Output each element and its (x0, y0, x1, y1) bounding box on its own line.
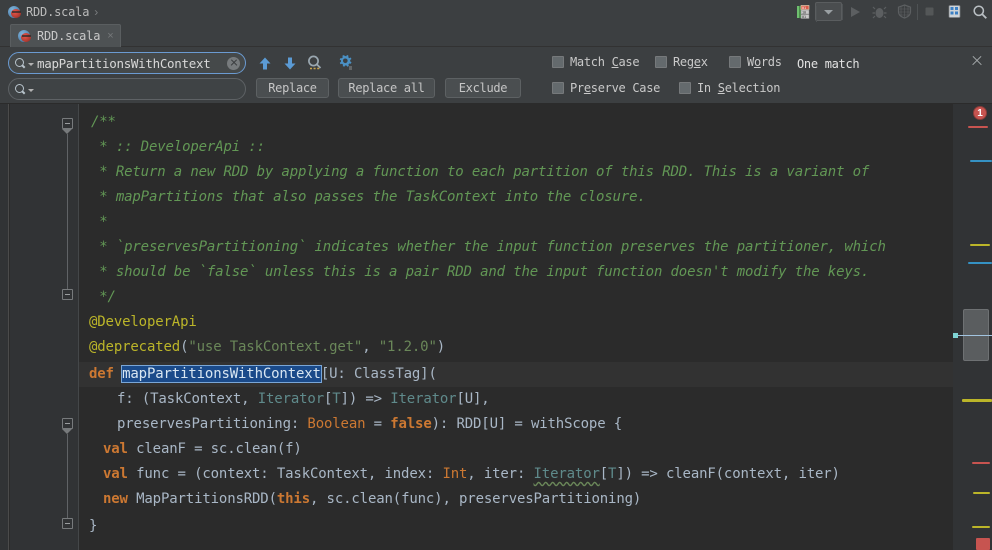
replace-button[interactable]: Replace (256, 78, 329, 98)
fold-region-line-comment (67, 134, 68, 294)
fold-region-line-method (67, 434, 68, 521)
breadcrumb-separator-icon: › (94, 4, 99, 19)
search-everywhere-icon[interactable] (967, 1, 992, 23)
stop-icon[interactable] (917, 1, 942, 23)
run-icon[interactable] (842, 1, 867, 23)
code-line-11: def mapPartitionsWithContext[U: ClassTag… (89, 365, 437, 383)
marker-warning[interactable] (972, 526, 990, 528)
breadcrumb[interactable]: RDD.scala › (0, 2, 100, 22)
replace-history-dropdown-icon[interactable] (28, 89, 34, 92)
replace-field-container[interactable] (8, 78, 246, 100)
marker-info[interactable] (968, 262, 992, 264)
debug-icon[interactable] (867, 1, 892, 23)
fold-marker-comment-end[interactable] (62, 289, 73, 300)
caret-position-marker (953, 333, 958, 338)
scala-class-icon (18, 29, 32, 43)
vcs-update-icon[interactable]: 01 10 01 (790, 1, 815, 23)
words-label: Words (747, 55, 782, 69)
code-line-17: } (89, 518, 98, 534)
marker-error[interactable] (976, 538, 990, 550)
error-count-badge[interactable]: 1 (973, 106, 987, 120)
editor-left-strip (0, 104, 9, 550)
fold-marker-method-end[interactable] (62, 518, 73, 529)
marker-warning[interactable] (970, 244, 990, 246)
preserve-case-checkbox[interactable]: Preserve Case (552, 78, 660, 98)
exclude-button[interactable]: Exclude (445, 78, 521, 98)
code-line-8: */ (91, 289, 116, 305)
marker-error[interactable] (968, 126, 988, 128)
replace-search-icon (15, 83, 26, 95)
svg-text:01: 01 (802, 14, 806, 18)
fold-marker-comment[interactable] (62, 118, 73, 129)
editor-gutter[interactable] (10, 104, 78, 550)
search-match-highlight: mapPartitionsWithContext (121, 365, 322, 383)
code-text-area[interactable]: /** * :: DeveloperApi :: * Return a new … (79, 104, 953, 550)
code-line-9: @DeveloperApi (89, 314, 197, 330)
search-history-dropdown-icon[interactable] (28, 63, 34, 66)
close-icon[interactable]: × (107, 30, 113, 42)
clear-search-icon[interactable] (227, 56, 240, 70)
editor-tab-bar: RDD.scala × (0, 23, 992, 47)
coverage-icon[interactable] (892, 1, 917, 23)
match-case-checkbox[interactable]: Match Case (552, 52, 640, 72)
code-line-5: * (91, 214, 108, 230)
code-line-2: * :: DeveloperApi :: (91, 139, 265, 155)
marker-info[interactable] (970, 160, 992, 162)
code-line-1: /** (91, 114, 116, 130)
code-line-15: val func = (context: TaskContext, index:… (103, 466, 840, 482)
checkbox-box[interactable] (552, 82, 564, 94)
preserve-case-label: Preserve Case (570, 81, 661, 95)
tab-label: RDD.scala (37, 29, 101, 43)
search-icon (15, 57, 26, 69)
search-field-container[interactable] (8, 52, 246, 74)
words-checkbox[interactable]: Words (729, 52, 782, 72)
run-configuration-dropdown[interactable] (815, 2, 842, 22)
match-count-label: One match (797, 57, 860, 71)
editor-marker-bar[interactable]: 1 (953, 104, 992, 550)
marker-error[interactable] (972, 462, 990, 464)
regex-label: Regex (673, 55, 708, 69)
fold-marker-method[interactable] (62, 418, 73, 429)
replace-input[interactable] (37, 80, 241, 98)
code-line-6: * `preservesPartitioning` indicates whet… (91, 239, 886, 255)
svg-text:10: 10 (802, 10, 806, 14)
main-toolbar: 01 10 01 (790, 0, 992, 23)
code-line-10: @deprecated("use TaskContext.get", "1.2.… (89, 339, 446, 355)
find-all-button[interactable] (305, 52, 325, 74)
checkbox-box[interactable] (679, 82, 691, 94)
code-line-3: * Return a new RDD by applying a functio… (91, 164, 870, 180)
code-line-13: preservesPartitioning: Boolean = false):… (117, 416, 623, 432)
checkbox-box[interactable] (655, 56, 667, 68)
regex-checkbox[interactable]: Regex (655, 52, 708, 72)
in-selection-checkbox[interactable]: In Selection (679, 78, 780, 98)
search-input[interactable] (37, 54, 227, 72)
code-editor[interactable]: /** * :: DeveloperApi :: * Return a new … (0, 104, 992, 550)
visible-range-line (953, 335, 992, 336)
in-selection-label: In Selection (697, 81, 781, 95)
code-line-16: new MapPartitionsRDD(this, sc.clean(func… (103, 491, 642, 507)
filter-settings-icon[interactable] (334, 51, 356, 73)
next-occurrence-button[interactable] (280, 52, 300, 74)
checkbox-box[interactable] (552, 56, 564, 68)
checkbox-box[interactable] (729, 56, 741, 68)
code-line-7: * should be `false` unless this is a pai… (91, 264, 870, 280)
navigation-bar: RDD.scala › 01 10 01 (0, 0, 992, 23)
svg-text:01: 01 (802, 6, 806, 10)
tab-rdd-scala[interactable]: RDD.scala × (10, 24, 121, 47)
match-case-label: Match Case (570, 55, 640, 69)
previous-occurrence-button[interactable] (255, 52, 275, 74)
project-structure-icon[interactable] (942, 1, 967, 23)
breadcrumb-file-label: RDD.scala (26, 4, 90, 19)
code-line-4: * mapPartitions that also passes the Tas… (91, 189, 646, 205)
marker-warning[interactable] (973, 492, 990, 494)
scala-class-icon (8, 5, 22, 19)
intellij-window: RDD.scala › 01 10 01 RDD.scala × mapPart… (0, 0, 992, 550)
code-line-12: f: (TaskContext, Iterator[T]) => Iterato… (117, 391, 490, 407)
marker-warning[interactable] (962, 399, 992, 402)
replace-all-button[interactable]: Replace all (338, 78, 435, 98)
close-find-panel-icon[interactable] (970, 54, 984, 68)
code-line-14: val cleanF = sc.clean(f) (103, 441, 302, 457)
find-replace-panel: Replace Replace all Exclude Match Case R… (0, 47, 992, 104)
